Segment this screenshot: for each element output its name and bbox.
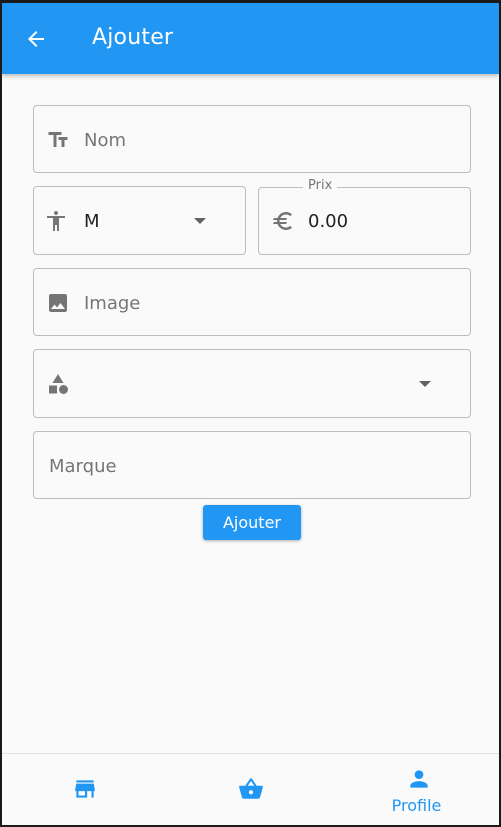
nav-item-basket[interactable] (168, 754, 333, 825)
prix-field[interactable]: Prix 0.00 (258, 178, 471, 255)
euro-icon (273, 212, 292, 230)
prix-label: Prix (303, 178, 338, 193)
image-icon (49, 294, 67, 312)
image-placeholder: Image (84, 293, 141, 314)
arrow-back-icon[interactable] (24, 27, 48, 51)
chevron-down-icon (419, 381, 431, 387)
chevron-down-icon (194, 218, 206, 224)
taille-value: M (84, 211, 100, 232)
app-bar: Ajouter (2, 3, 499, 74)
text-fields-icon (48, 132, 68, 147)
image-field[interactable]: Image (33, 268, 471, 336)
nav-item-profile[interactable]: Profile (334, 754, 499, 825)
accessibility-icon (47, 211, 65, 231)
nom-placeholder: Nom (84, 130, 127, 151)
store-icon (75, 780, 95, 798)
ajouter-button[interactable]: Ajouter (203, 505, 301, 540)
shopping-basket-icon (239, 778, 263, 799)
page-title: Ajouter (92, 25, 174, 50)
person-icon (410, 770, 428, 788)
marque-placeholder: Marque (49, 456, 117, 477)
category-dropdown[interactable] (33, 349, 471, 418)
prix-value: 0.00 (308, 211, 349, 232)
nav-item-store[interactable] (2, 754, 167, 825)
nom-field[interactable]: Nom (33, 105, 471, 173)
taille-dropdown[interactable]: M (33, 186, 246, 255)
bottom-navigation: Profile (2, 753, 499, 825)
category-icon (49, 374, 68, 394)
nav-label-profile: Profile (391, 796, 442, 815)
marque-field[interactable]: Marque (33, 431, 471, 499)
app-screen: Ajouter Nom M Prix 0.00 Image Marque Ajo… (2, 3, 499, 825)
